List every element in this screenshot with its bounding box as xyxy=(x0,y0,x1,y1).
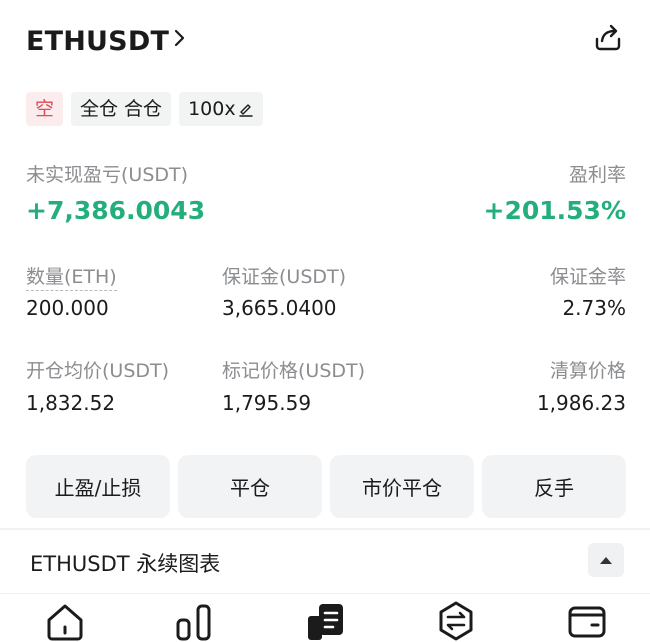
reverse-position-button[interactable]: 反手 xyxy=(482,455,626,518)
markets-icon[interactable] xyxy=(174,600,216,642)
collapse-chart-button[interactable] xyxy=(588,543,624,577)
leverage-badge[interactable]: 100x xyxy=(179,92,263,126)
chart-section-title[interactable]: ETHUSDT 永续图表 xyxy=(30,548,220,578)
unrealized-pnl-value: +7,386.0043 xyxy=(26,196,206,225)
roe-label: 盈利率 xyxy=(568,164,626,186)
liquidation-price-value: 1,986.23 xyxy=(536,391,626,415)
liquidation-price-label: 清算价格 xyxy=(549,360,626,382)
margin-mode-badge: 全仓 合仓 xyxy=(71,92,172,126)
close-position-button[interactable]: 平仓 xyxy=(178,455,322,518)
header: ETHUSDT xyxy=(0,0,650,80)
caret-up-icon xyxy=(600,557,612,564)
mark-price-label: 标记价格(USDT) xyxy=(222,360,366,382)
swap-icon[interactable] xyxy=(435,600,477,642)
symbol-title[interactable]: ETHUSDT xyxy=(26,26,169,57)
mark-price-value: 1,795.59 xyxy=(222,391,312,415)
trade-icon[interactable] xyxy=(305,600,347,642)
entry-price-value: 1,832.52 xyxy=(26,391,116,415)
position-tags: 空 全仓 合仓 100x xyxy=(26,92,263,126)
bottom-nav xyxy=(0,596,650,642)
home-icon[interactable] xyxy=(44,600,86,642)
size-label[interactable]: 数量(ETH) xyxy=(26,262,117,291)
size-value: 200.000 xyxy=(26,296,109,320)
market-close-button[interactable]: 市价平仓 xyxy=(330,455,474,518)
section-divider xyxy=(0,528,650,530)
margin-value: 3,665.0400 xyxy=(222,296,337,320)
nav-divider xyxy=(0,593,650,594)
chevron-right-icon[interactable] xyxy=(170,28,190,48)
margin-ratio-label: 保证金率 xyxy=(549,266,626,288)
roe-value: +201.53% xyxy=(483,196,626,225)
leverage-value: 100x xyxy=(188,98,236,120)
tpsl-button[interactable]: 止盈/止损 xyxy=(26,455,170,518)
edit-icon xyxy=(238,104,253,117)
position-actions: 止盈/止损 平仓 市价平仓 反手 xyxy=(26,455,626,518)
share-icon[interactable] xyxy=(591,20,625,54)
side-badge: 空 xyxy=(26,92,64,126)
unrealized-pnl-label: 未实现盈亏(USDT) xyxy=(26,164,189,186)
wallet-icon[interactable] xyxy=(566,600,608,642)
margin-ratio-value: 2.73% xyxy=(562,296,626,320)
entry-price-label: 开仓均价(USDT) xyxy=(26,360,170,382)
margin-label: 保证金(USDT) xyxy=(222,266,347,288)
